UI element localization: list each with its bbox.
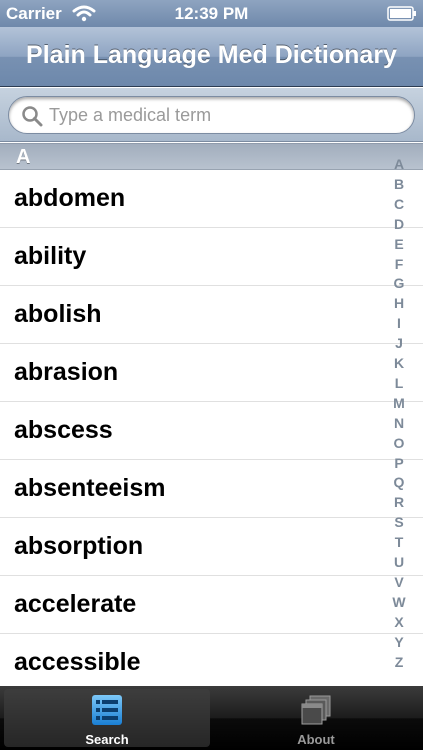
index-letter-p[interactable]: P xyxy=(388,455,410,471)
term-label: abscess xyxy=(14,416,113,444)
windows-stack-icon xyxy=(301,695,331,725)
status-bar: Carrier 12:39 PM xyxy=(0,0,423,27)
index-letter-u[interactable]: U xyxy=(388,554,410,570)
index-letter-b[interactable]: B xyxy=(388,176,410,192)
battery-icon xyxy=(387,6,416,21)
index-letter-a[interactable]: A xyxy=(388,156,410,172)
index-letter-g[interactable]: G xyxy=(388,275,410,291)
tab-search-label: Search xyxy=(85,732,129,747)
tab-about[interactable]: About xyxy=(213,689,419,747)
index-letter-e[interactable]: E xyxy=(388,236,410,252)
list-item[interactable]: abdomen xyxy=(0,170,423,228)
term-label: abrasion xyxy=(14,358,119,386)
search-input[interactable] xyxy=(49,102,399,129)
index-letter-d[interactable]: D xyxy=(388,216,410,232)
list-item[interactable]: abolish xyxy=(0,286,423,344)
index-letter-s[interactable]: S xyxy=(388,514,410,530)
status-time: 12:39 PM xyxy=(174,4,249,23)
search-field[interactable] xyxy=(8,96,415,134)
term-label: absenteeism xyxy=(14,474,166,502)
alphabet-index[interactable]: A B C D E F G H I J K L M N O P Q R S T … xyxy=(388,156,410,674)
term-list[interactable]: abdomen ability abolish abrasion abscess… xyxy=(0,170,423,686)
navigation-bar: Plain Language Med Dictionary xyxy=(0,27,423,87)
index-letter-j[interactable]: J xyxy=(388,335,410,351)
term-label: accessible xyxy=(14,648,141,676)
term-label: abolish xyxy=(14,300,102,328)
index-letter-z[interactable]: Z xyxy=(388,654,410,670)
index-letter-i[interactable]: I xyxy=(388,315,410,331)
index-letter-t[interactable]: T xyxy=(388,534,410,550)
tab-about-label: About xyxy=(297,732,335,747)
search-icon xyxy=(22,106,43,127)
list-item[interactable]: ability xyxy=(0,228,423,286)
search-bar xyxy=(0,88,423,142)
term-label: absorption xyxy=(14,532,144,560)
index-letter-l[interactable]: L xyxy=(388,375,410,391)
section-header: A xyxy=(0,143,423,170)
index-letter-y[interactable]: Y xyxy=(388,634,410,650)
index-letter-v[interactable]: V xyxy=(388,574,410,590)
index-letter-w[interactable]: W xyxy=(388,594,410,610)
index-letter-f[interactable]: F xyxy=(388,256,410,272)
section-header-label: A xyxy=(16,146,31,168)
page-title: Plain Language Med Dictionary xyxy=(26,41,397,69)
list-item[interactable]: absenteeism xyxy=(0,460,423,518)
index-letter-c[interactable]: C xyxy=(388,196,410,212)
term-label: abdomen xyxy=(14,184,126,212)
search-list-icon xyxy=(92,695,122,725)
index-letter-m[interactable]: M xyxy=(388,395,410,411)
index-letter-o[interactable]: O xyxy=(388,435,410,451)
index-letter-q[interactable]: Q xyxy=(388,474,410,490)
list-item[interactable]: abrasion xyxy=(0,344,423,402)
tab-search[interactable]: Search xyxy=(4,689,210,747)
index-letter-n[interactable]: N xyxy=(388,415,410,431)
index-letter-x[interactable]: X xyxy=(388,614,410,630)
list-item[interactable]: accelerate xyxy=(0,576,423,634)
tab-bar: Search About xyxy=(0,686,423,750)
list-item[interactable]: absorption xyxy=(0,518,423,576)
term-label: accelerate xyxy=(14,590,137,618)
index-letter-r[interactable]: R xyxy=(388,494,410,510)
list-item[interactable]: abscess xyxy=(0,402,423,460)
index-letter-k[interactable]: K xyxy=(388,355,410,371)
list-item[interactable]: accessible xyxy=(0,634,423,686)
index-letter-h[interactable]: H xyxy=(388,295,410,311)
term-label: ability xyxy=(14,242,87,270)
